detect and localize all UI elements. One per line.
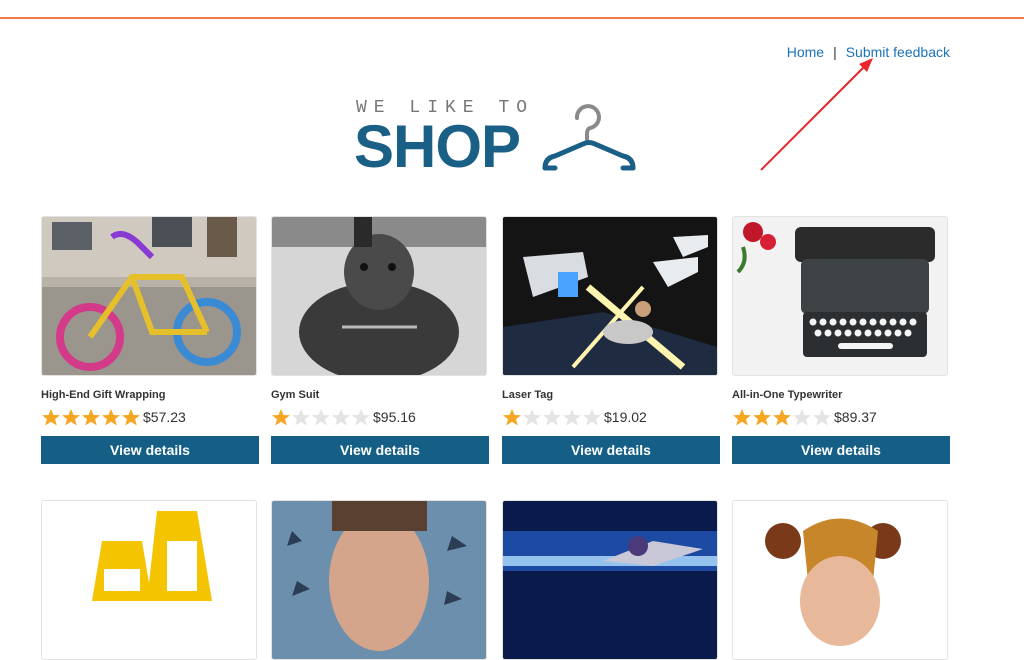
star-filled-icon xyxy=(773,409,791,426)
product-title: Laser Tag xyxy=(502,389,554,401)
product-price: $95.16 xyxy=(373,409,416,425)
product-image[interactable] xyxy=(732,216,948,376)
rating-row: $89.37 xyxy=(732,407,950,427)
star-rating xyxy=(271,408,371,426)
product-card xyxy=(41,500,259,660)
product-image[interactable] xyxy=(41,500,257,660)
star-filled-icon xyxy=(102,409,120,426)
star-empty-icon xyxy=(523,409,541,426)
logo-brand: SHOP xyxy=(354,113,521,180)
star-empty-icon xyxy=(352,409,370,426)
product-price: $57.23 xyxy=(143,409,186,425)
product-title: High-End Gift Wrapping xyxy=(41,389,166,401)
product-title: All-in-One Typewriter xyxy=(732,389,843,401)
star-filled-icon xyxy=(733,409,751,426)
product-card xyxy=(732,500,950,660)
product-card: Laser Tag $19.02 View details xyxy=(502,216,720,464)
star-filled-icon xyxy=(42,409,60,426)
rating-row: $19.02 xyxy=(502,407,720,427)
product-card xyxy=(502,500,720,660)
product-image[interactable] xyxy=(271,500,487,660)
view-details-button[interactable]: View details xyxy=(41,436,259,464)
star-filled-icon xyxy=(272,409,290,426)
star-filled-icon xyxy=(62,409,80,426)
product-card: All-in-One Typewriter $89.37 View detail… xyxy=(732,216,950,464)
product-image[interactable] xyxy=(502,216,718,376)
star-empty-icon xyxy=(312,409,330,426)
product-title: Gym Suit xyxy=(271,389,320,401)
product-image[interactable] xyxy=(502,500,718,660)
star-empty-icon xyxy=(563,409,581,426)
view-details-button[interactable]: View details xyxy=(732,436,950,464)
star-filled-icon xyxy=(753,409,771,426)
header-accent-rule xyxy=(0,17,1024,19)
star-empty-icon xyxy=(793,409,811,426)
star-empty-icon xyxy=(543,409,561,426)
product-price: $19.02 xyxy=(604,409,647,425)
star-empty-icon xyxy=(292,409,310,426)
star-filled-icon xyxy=(82,409,100,426)
site-logo[interactable]: WE LIKE TO SHOP xyxy=(354,98,644,180)
star-filled-icon xyxy=(122,409,140,426)
star-rating xyxy=(41,408,141,426)
view-details-button[interactable]: View details xyxy=(271,436,489,464)
product-card: Gym Suit $95.16 View details xyxy=(271,216,489,464)
view-details-button[interactable]: View details xyxy=(502,436,720,464)
star-filled-icon xyxy=(503,409,521,426)
star-empty-icon xyxy=(813,409,831,426)
star-empty-icon xyxy=(332,409,350,426)
product-image[interactable] xyxy=(41,216,257,376)
star-rating xyxy=(502,408,602,426)
product-price: $89.37 xyxy=(834,409,877,425)
product-image[interactable] xyxy=(271,216,487,376)
rating-row: $95.16 xyxy=(271,407,489,427)
product-card: High-End Gift Wrapping $57.23 View detai… xyxy=(41,216,259,464)
rating-row: $57.23 xyxy=(41,407,259,427)
product-image[interactable] xyxy=(732,500,948,660)
product-card xyxy=(271,500,489,660)
star-rating xyxy=(732,408,832,426)
star-empty-icon xyxy=(583,409,601,426)
hanger-icon xyxy=(542,104,636,171)
annotation-arrow xyxy=(760,58,873,171)
